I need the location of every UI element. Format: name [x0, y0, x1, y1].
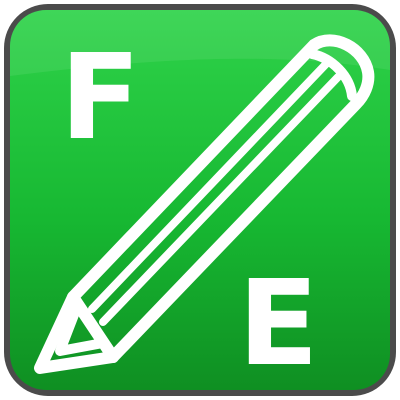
app-icon: F E	[0, 0, 400, 400]
pencil-fe-icon: F E	[4, 4, 396, 396]
letter-bottom: E	[238, 254, 319, 392]
letter-top: F	[60, 28, 141, 166]
